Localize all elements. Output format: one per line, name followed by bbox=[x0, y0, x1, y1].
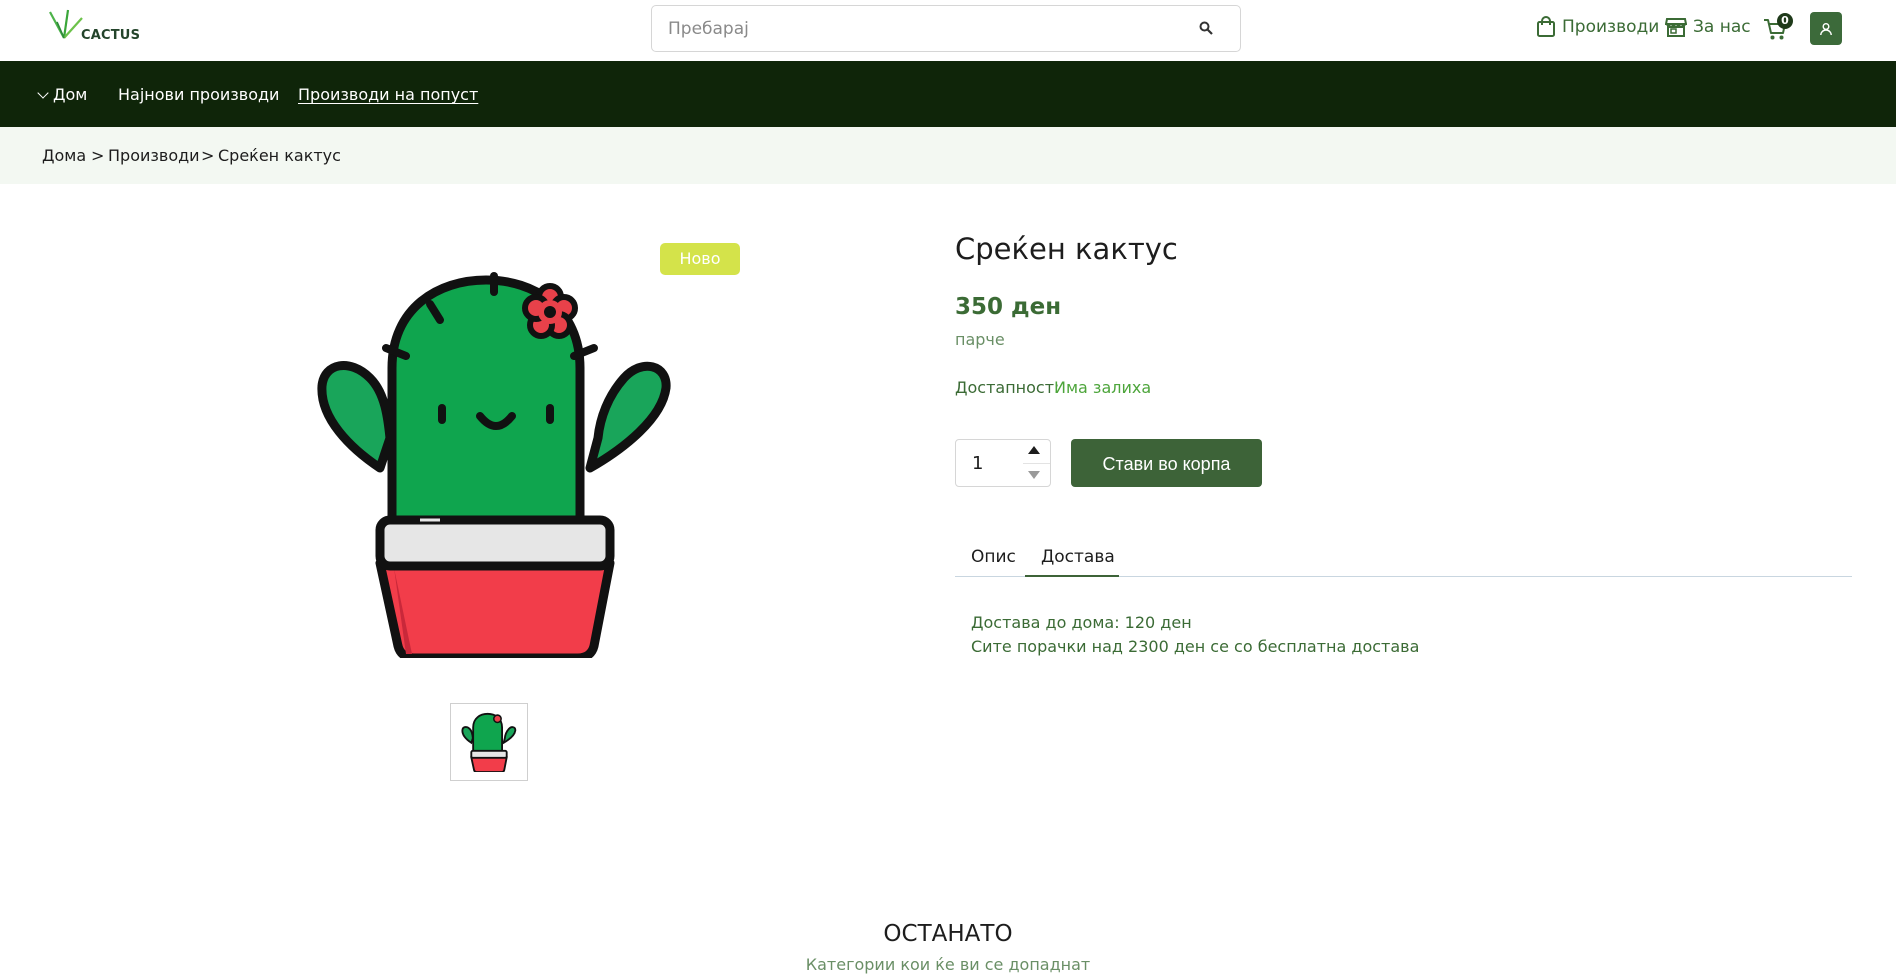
add-to-cart-button[interactable]: Стави во корпа bbox=[1071, 439, 1262, 487]
breadcrumb-separator: > bbox=[201, 146, 215, 165]
main-nav: Дом Најнови производи Производи на попус… bbox=[0, 61, 1896, 127]
products-link-label: Производи bbox=[1562, 17, 1660, 37]
nav-item-home[interactable]: Дом bbox=[37, 85, 88, 104]
delivery-info: Достава до дома: 120 ден Сите порачки на… bbox=[971, 611, 1419, 659]
breadcrumb-item-products[interactable]: Производи bbox=[108, 146, 200, 165]
product-image[interactable] bbox=[310, 268, 680, 658]
breadcrumb: Дома > Производи > Среќен кактус bbox=[0, 127, 1896, 184]
tab-description[interactable]: Опис bbox=[971, 547, 1016, 567]
user-account-button[interactable] bbox=[1810, 12, 1842, 45]
product-price: 350 ден bbox=[955, 294, 1062, 320]
breadcrumb-separator: > bbox=[91, 146, 105, 165]
breadcrumb-item-home[interactable]: Дома bbox=[42, 146, 86, 165]
nav-item-discounted[interactable]: Производи на попуст bbox=[298, 85, 478, 104]
product-thumbnail-image bbox=[461, 712, 517, 772]
nav-item-home-label: Дом bbox=[53, 85, 88, 104]
quantity-divider bbox=[1023, 463, 1050, 464]
quantity-stepper[interactable]: 1 bbox=[955, 439, 1051, 487]
tab-delivery[interactable]: Достава bbox=[1041, 547, 1115, 567]
logo[interactable]: CACTUS bbox=[48, 8, 140, 46]
delivery-line-free: Сите порачки над 2300 ден се со бесплатн… bbox=[971, 637, 1420, 656]
store-icon bbox=[1665, 18, 1687, 37]
quantity-increment-icon[interactable] bbox=[1028, 446, 1040, 454]
others-section-subtitle: Категории кои ќе ви се допаднат bbox=[805, 955, 1091, 974]
breadcrumb-item-current: Среќен кактус bbox=[218, 146, 341, 165]
product-thumbnail[interactable] bbox=[450, 703, 528, 781]
product-title: Среќен кактус bbox=[955, 232, 1178, 266]
search-box bbox=[651, 5, 1241, 52]
search-icon[interactable] bbox=[1198, 20, 1214, 36]
cart-count-badge: 0 bbox=[1777, 13, 1793, 29]
delivery-line-home: Достава до дома: 120 ден bbox=[971, 613, 1192, 632]
active-tab-indicator bbox=[1025, 575, 1119, 577]
quantity-value[interactable]: 1 bbox=[972, 453, 983, 474]
nav-item-newest[interactable]: Најнови производи bbox=[118, 85, 279, 104]
products-link[interactable]: Производи bbox=[1536, 16, 1659, 38]
about-link-label: За нас bbox=[1693, 17, 1751, 37]
others-section-title: ОСТАНАТО bbox=[883, 921, 1013, 947]
about-link[interactable]: За нас bbox=[1665, 16, 1751, 38]
shopping-bag-icon bbox=[1537, 16, 1555, 37]
logo-text: CACTUS bbox=[81, 28, 141, 43]
quantity-decrement-icon[interactable] bbox=[1028, 471, 1040, 479]
chevron-down-icon bbox=[37, 87, 49, 99]
site-header: CACTUS Производи За нас 0 bbox=[0, 0, 1896, 61]
user-icon bbox=[1820, 22, 1832, 35]
availability-value: Има залиха bbox=[1054, 378, 1152, 397]
product-unit: парче bbox=[955, 330, 1005, 349]
search-input[interactable] bbox=[652, 6, 1192, 51]
availability-label: Достапност: bbox=[955, 378, 1060, 397]
